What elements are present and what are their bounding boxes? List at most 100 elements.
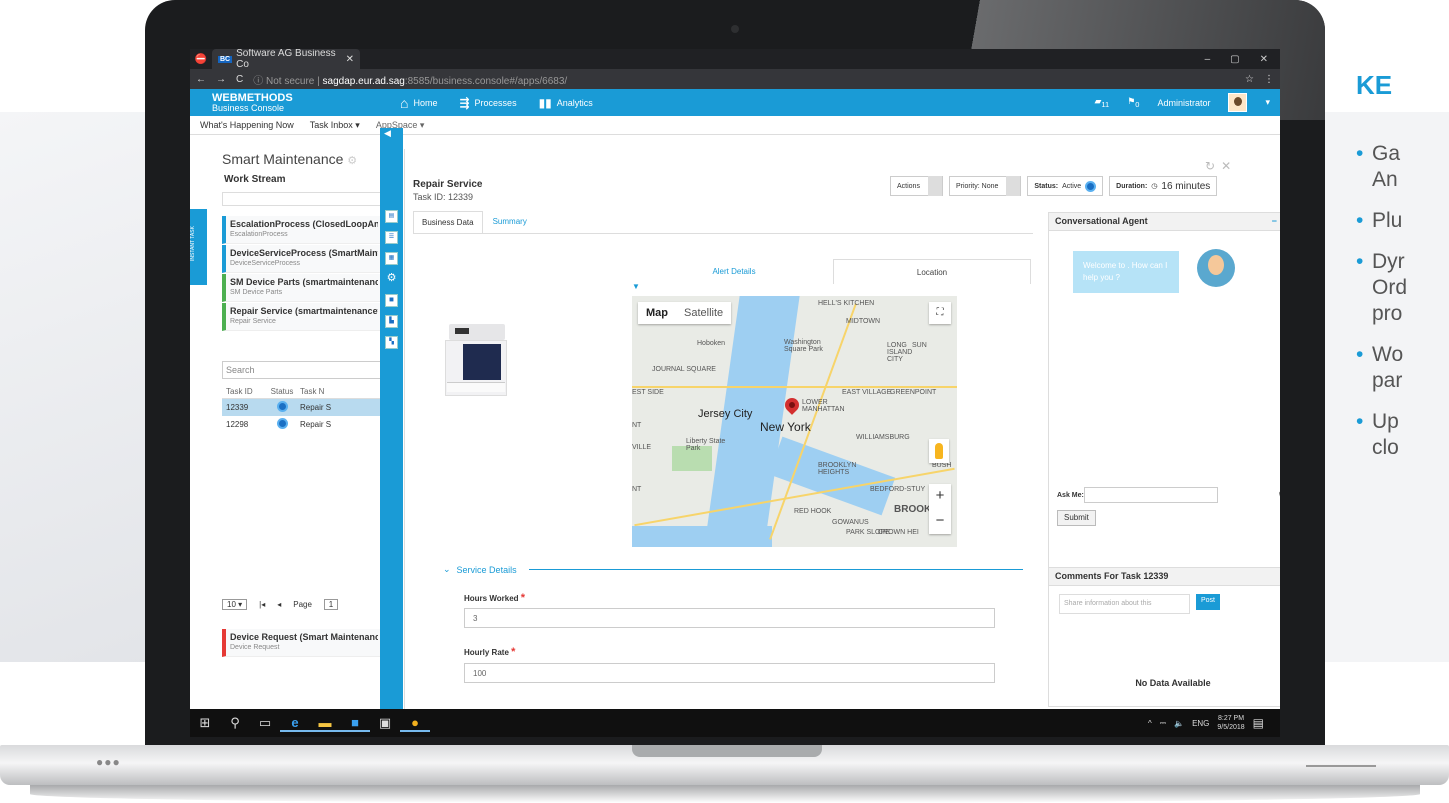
reload-icon[interactable]: C xyxy=(236,74,243,85)
table-row[interactable]: 12298 Repair S xyxy=(222,416,382,433)
task-view-icon[interactable]: ▭ xyxy=(250,715,280,731)
browser-menu-icon[interactable]: ⋮ xyxy=(1264,74,1274,85)
prev-page-icon[interactable]: ◂ xyxy=(277,600,281,609)
chart-icon[interactable]: ▙ xyxy=(385,315,398,328)
left-pane: Smart Maintenance ⚙ Work Stream Escalati… xyxy=(222,151,382,671)
back-icon[interactable]: ← xyxy=(196,74,206,85)
gear-icon[interactable]: ⚙ xyxy=(385,273,398,286)
language-indicator[interactable]: ENG xyxy=(1192,719,1209,728)
nav-analytics[interactable]: ▮▮ Analytics xyxy=(539,95,593,111)
zoom-out-icon[interactable]: − xyxy=(929,509,951,534)
tab-alert-details[interactable]: Alert Details xyxy=(635,259,833,284)
subnav-task-inbox[interactable]: Task Inbox ▾ xyxy=(310,120,360,131)
task-header: Repair Service Task ID: 12339 xyxy=(413,179,483,202)
nav-home[interactable]: ⌂ Home xyxy=(400,95,437,111)
zoom-control: + − xyxy=(929,484,951,534)
avatar[interactable] xyxy=(1228,93,1248,112)
close-icon[interactable]: ✕ xyxy=(1221,159,1231,173)
service-details-header[interactable]: ⌄ Service Details xyxy=(443,564,1023,575)
task-title: Repair Service xyxy=(413,179,483,190)
hourly-rate-field[interactable]: 100 xyxy=(464,663,995,683)
laptop-dots: ●●● xyxy=(96,755,121,769)
process-item[interactable]: DeviceServiceProcess (SmartMaint DeviceSe… xyxy=(222,245,382,273)
bookmark-star-icon[interactable]: ☆ xyxy=(1245,74,1254,85)
minimize-panel-icon[interactable]: − xyxy=(1272,216,1277,227)
tab-close-icon[interactable]: ✕ xyxy=(346,54,354,65)
maximize-icon[interactable]: ▢ xyxy=(1230,54,1239,65)
search-input[interactable]: Search xyxy=(222,361,382,379)
sub-navigation: What's Happening Now Task Inbox ▾ AppSpa… xyxy=(190,116,1280,135)
clock[interactable]: 8:27 PM 9/5/2018 xyxy=(1217,714,1244,732)
notifications-icon[interactable]: ▤ xyxy=(1253,716,1264,730)
satellite-button[interactable]: Satellite xyxy=(676,302,731,324)
tray-chevron-icon[interactable]: ^ xyxy=(1148,719,1152,728)
fullscreen-icon[interactable]: ⛶ xyxy=(929,302,951,324)
work-stream-filter[interactable] xyxy=(222,192,382,206)
chrome-icon[interactable]: ● xyxy=(400,715,430,732)
comments-header: Comments For Task 12339 xyxy=(1049,568,1280,586)
edge-browser-icon[interactable]: e xyxy=(280,715,310,732)
terminal-icon[interactable]: ▣ xyxy=(370,715,400,731)
hours-worked-field[interactable]: 3 xyxy=(464,608,995,628)
location-map[interactable]: HELL'S KITCHEN MIDTOWN Hoboken Washingto… xyxy=(632,296,957,547)
url-field[interactable]: ⓘ Not secure | sagdap.eur.ad.sag:8585/bu… xyxy=(253,72,1235,87)
map-road xyxy=(632,386,957,388)
process-item[interactable]: Repair Service (smartmaintenancet Repair … xyxy=(222,303,382,331)
street-view-pegman-icon[interactable] xyxy=(929,439,949,463)
process-item[interactable]: Device Request (Smart Maintenanc Device R… xyxy=(222,629,382,658)
agent-header: Conversational Agent−⚙ xyxy=(1049,213,1280,231)
browser-tab[interactable]: BC Software AG Business Co ✕ xyxy=(212,49,360,70)
actions-dropdown[interactable]: Actions xyxy=(890,176,943,196)
tasks-badge[interactable]: ▰11 xyxy=(1094,96,1109,109)
browser-tabstrip: ⛔ BC Software AG Business Co ✕ – ▢ ✕ xyxy=(190,49,1280,70)
user-menu-chevron-icon[interactable]: ▾ xyxy=(1265,97,1270,108)
nav-processes[interactable]: ⇶ Processes xyxy=(459,95,516,111)
chat-icon[interactable]: ◼ xyxy=(385,294,398,307)
comment-input[interactable]: Share information about this xyxy=(1059,594,1190,614)
subnav-whats-happening[interactable]: What's Happening Now xyxy=(200,120,294,130)
form-icon[interactable]: ▦ xyxy=(385,252,398,265)
instant-task-tab[interactable]: INSTANT TASK xyxy=(190,209,207,285)
system-tray: ^ ⎓ 🔈 ENG 8:27 PM 9/5/2018 ▤ xyxy=(1148,714,1280,732)
forward-icon[interactable]: → xyxy=(216,74,226,85)
document-icon[interactable]: ▤ xyxy=(385,210,398,223)
flags-badge[interactable]: ⚑0 xyxy=(1127,96,1139,109)
grid-icon[interactable]: ▚ xyxy=(385,336,398,349)
first-page-icon[interactable]: |◂ xyxy=(259,600,265,609)
search-icon[interactable]: ⚲ xyxy=(220,715,250,731)
app-icon[interactable]: ■ xyxy=(340,715,370,732)
settings-icon[interactable]: ⚙ xyxy=(347,155,357,167)
hours-worked-label: Hours Worked * xyxy=(464,592,526,604)
status-indicator[interactable]: Status: Active xyxy=(1027,176,1104,196)
minimize-icon[interactable]: – xyxy=(1205,54,1211,65)
submit-button[interactable]: Submit xyxy=(1057,510,1096,526)
microphone-icon[interactable]: 🎙 xyxy=(1277,491,1280,500)
bullet-2: Plu xyxy=(1356,208,1449,234)
windows-start-icon[interactable]: ⊞ xyxy=(190,715,220,731)
table-header: Task ID Status Task N xyxy=(222,385,382,399)
chevron-down-icon xyxy=(1006,176,1021,196)
file-explorer-icon[interactable]: ▬ xyxy=(310,715,340,732)
app-logo[interactable]: WEBMETHODS Business Console xyxy=(190,92,400,113)
priority-dropdown[interactable]: Priority: None xyxy=(948,176,1022,196)
network-icon[interactable]: ⎓ xyxy=(1160,718,1166,728)
tab-summary[interactable]: Summary xyxy=(483,211,537,234)
process-item[interactable]: SM Device Parts (smartmaintenanc SM Devic… xyxy=(222,274,382,302)
post-button[interactable]: Post xyxy=(1196,594,1221,610)
zoom-in-icon[interactable]: + xyxy=(929,484,951,509)
user-name[interactable]: Administrator xyxy=(1157,98,1210,108)
ask-me-input[interactable] xyxy=(1083,487,1218,503)
volume-icon[interactable]: 🔈 xyxy=(1174,719,1184,728)
map-button[interactable]: Map xyxy=(638,302,676,324)
table-row[interactable]: 12339 Repair S xyxy=(222,399,382,416)
page-number-input[interactable]: 1 xyxy=(323,599,338,610)
page-label: Page xyxy=(293,600,312,609)
process-item[interactable]: EscalationProcess (ClosedLoopAna Escalati… xyxy=(222,216,382,244)
page-size-select[interactable]: 10 ▾ xyxy=(222,599,248,610)
collapse-arrow-icon[interactable]: ◀ xyxy=(380,128,403,146)
refresh-icon[interactable]: ↻ xyxy=(1205,159,1215,173)
list-icon[interactable]: ☰ xyxy=(385,231,398,244)
tab-location[interactable]: Location xyxy=(833,259,1031,284)
tab-business-data[interactable]: Business Data xyxy=(413,211,483,234)
close-window-icon[interactable]: ✕ xyxy=(1260,54,1268,65)
